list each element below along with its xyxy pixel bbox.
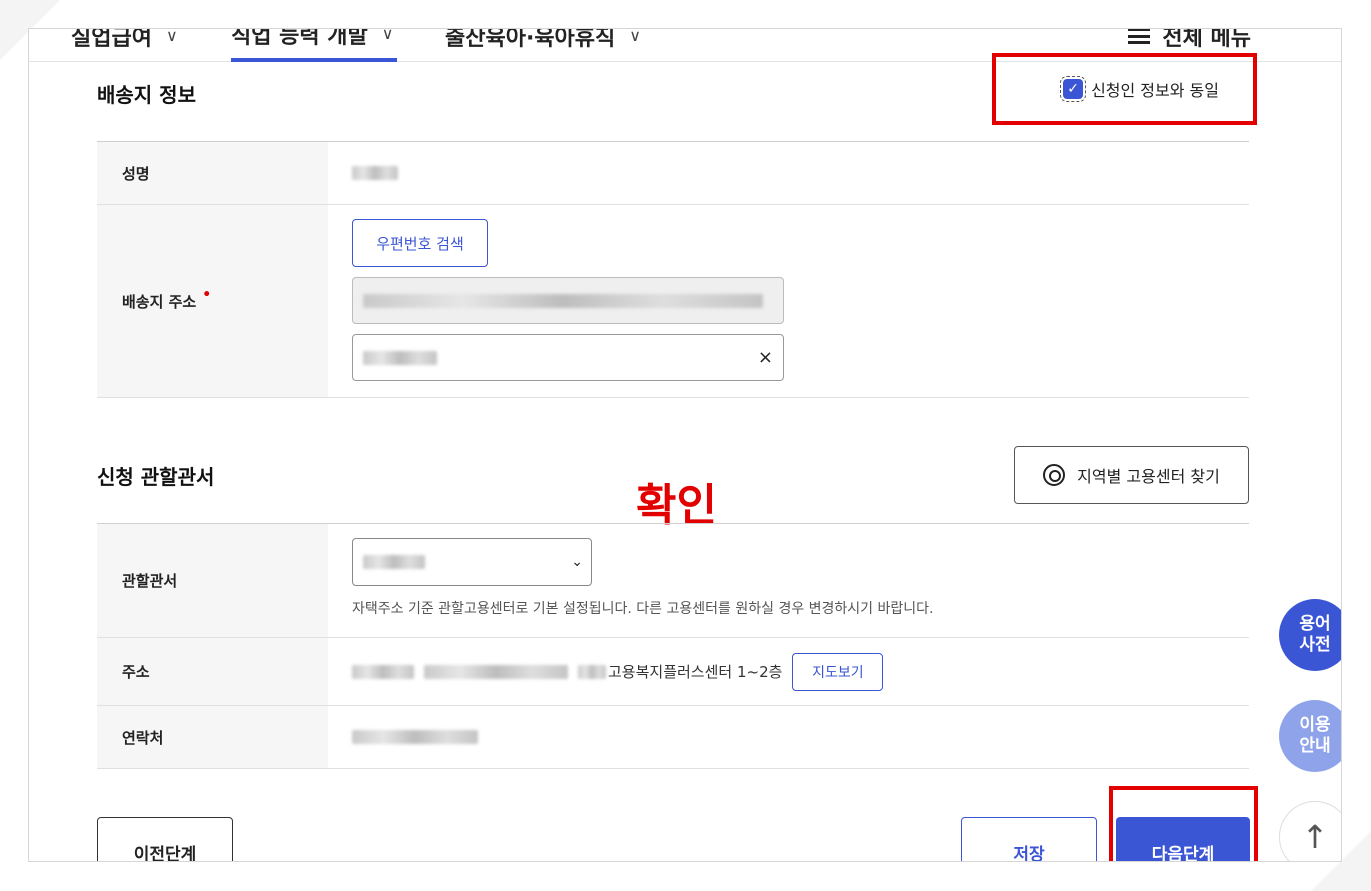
next-step-button[interactable]: 다음단계 (1116, 817, 1250, 861)
nav-tab-label: 직업 능력 개발 (231, 28, 368, 49)
redacted-detail-address (363, 350, 437, 365)
office-address-value: 고용복지플러스센터 1~2층 지도보기 (328, 638, 1249, 705)
redacted-base-address (363, 293, 763, 308)
postcode-search-button[interactable]: 우편번호 검색 (352, 219, 488, 267)
office-section-title: 신청 관할관서 (97, 465, 215, 489)
name-label: 성명 (97, 142, 328, 204)
hamburger-icon (1128, 29, 1151, 44)
clear-icon[interactable]: × (758, 347, 773, 368)
office-address-suffix: 고용복지플러스센터 1~2층 (608, 663, 783, 681)
office-hint: 자택주소 기준 관할고용센터로 기본 설정됩니다. 다른 고용센터를 원하실 경… (352, 601, 934, 617)
application-form-frame: 실업급여 ∨ 직업 능력 개발 ∨ 출산육아·육아휴직 ∨ 전체 메뉴 배송지 … (28, 28, 1342, 862)
chevron-down-icon: ∨ (381, 28, 394, 43)
all-menu-label: 전체 메뉴 (1162, 28, 1251, 51)
shipping-address-label: 배송지 주소 (122, 292, 197, 311)
office-address-row: 주소 고용복지플러스센터 1~2층 지도보기 (97, 638, 1249, 706)
shipping-address-label-cell: 배송지 주소 • (97, 205, 328, 397)
office-address-label: 주소 (97, 638, 328, 705)
name-value (328, 142, 1249, 204)
glossary-button[interactable]: 용어 사전 (1279, 599, 1341, 671)
glossary-label-line2: 사전 (1299, 635, 1331, 655)
view-map-button[interactable]: 지도보기 (792, 652, 884, 691)
office-select-cell: ⌄ 자택주소 기준 관할고용센터로 기본 설정됩니다. 다른 고용센터를 원하실… (328, 524, 1249, 637)
office-info-table: 관할관서 ⌄ 자택주소 기준 관할고용센터로 기본 설정됩니다. 다른 고용센터… (97, 523, 1249, 769)
shipping-section-title: 배송지 정보 (97, 83, 196, 107)
name-row: 성명 (97, 142, 1249, 205)
shipping-address-fields: 우편번호 검색 × (328, 205, 1249, 397)
nav-tab-job-training[interactable]: 직업 능력 개발 ∨ (231, 28, 398, 62)
redacted-address-part (352, 664, 414, 679)
base-address-field[interactable] (352, 277, 784, 324)
office-row: 관할관서 ⌄ 자택주소 기준 관할고용센터로 기본 설정됩니다. 다른 고용센터… (97, 524, 1249, 638)
contact-value (328, 706, 1249, 768)
save-button[interactable]: 저장 (961, 817, 1097, 861)
arrow-up-icon: ↑ (1301, 818, 1329, 856)
previous-step-button[interactable]: 이전단계 (97, 817, 233, 861)
same-as-applicant-highlight: ✓ 신청인 정보와 동일 (992, 53, 1257, 125)
find-regional-center-button[interactable]: 지역별 고용센터 찾기 (1014, 446, 1249, 504)
contact-label: 연락처 (97, 706, 328, 768)
nav-tab-label: 실업급여 (71, 28, 152, 51)
usage-guide-label-line2: 안내 (1299, 736, 1331, 756)
nav-tab-unemployment[interactable]: 실업급여 ∨ (71, 28, 178, 62)
redacted-address-part (424, 664, 568, 679)
glossary-label-line1: 용어 (1299, 613, 1331, 634)
required-mark: • (202, 287, 212, 303)
search-icon (1043, 464, 1066, 486)
shipping-address-row: 배송지 주소 • 우편번호 검색 × (97, 205, 1249, 398)
chevron-down-icon: ∨ (629, 28, 641, 45)
same-as-applicant-label[interactable]: 신청인 정보와 동일 (1091, 77, 1219, 101)
redacted-address-part (578, 664, 606, 679)
scroll-to-top-button[interactable]: ↑ (1279, 801, 1341, 861)
redacted-contact (352, 730, 478, 744)
chevron-down-icon: ∨ (165, 28, 178, 45)
same-as-applicant-checkbox[interactable]: ✓ (1060, 76, 1087, 102)
office-select[interactable]: ⌄ (352, 538, 592, 586)
find-regional-center-label: 지역별 고용센터 찾기 (1077, 467, 1220, 486)
shipping-info-table: 성명 배송지 주소 • 우편번호 검색 × (97, 141, 1249, 398)
redacted-office-name (363, 555, 425, 569)
contact-row: 연락처 (97, 706, 1249, 769)
office-label: 관할관서 (97, 524, 328, 637)
usage-guide-label-line1: 이용 (1299, 714, 1331, 735)
usage-guide-button[interactable]: 이용 안내 (1279, 700, 1341, 772)
redacted-name (352, 166, 398, 180)
nav-tab-parental-leave[interactable]: 출산육아·육아휴직 ∨ (445, 28, 641, 62)
chevron-down-icon: ⌄ (571, 554, 583, 570)
detail-address-field[interactable]: × (352, 334, 784, 381)
nav-tab-label: 출산육아·육아휴직 (445, 28, 616, 51)
